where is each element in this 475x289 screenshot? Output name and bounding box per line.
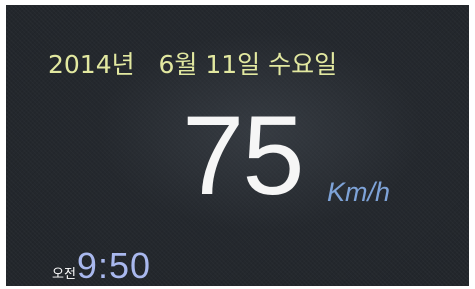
clock: 오전 9:50 [52,245,151,286]
dashboard-screen: 2014년 6월 11일 수요일 75 Km/h 오전 9:50 [6,5,469,286]
speed-value: 75 [182,93,305,218]
ampm-label: 오전 [52,267,76,282]
speed-unit: Km/h [327,177,391,207]
date-display: 2014년 6월 11일 수요일 [48,50,338,79]
time-display: 9:50 [76,245,151,286]
